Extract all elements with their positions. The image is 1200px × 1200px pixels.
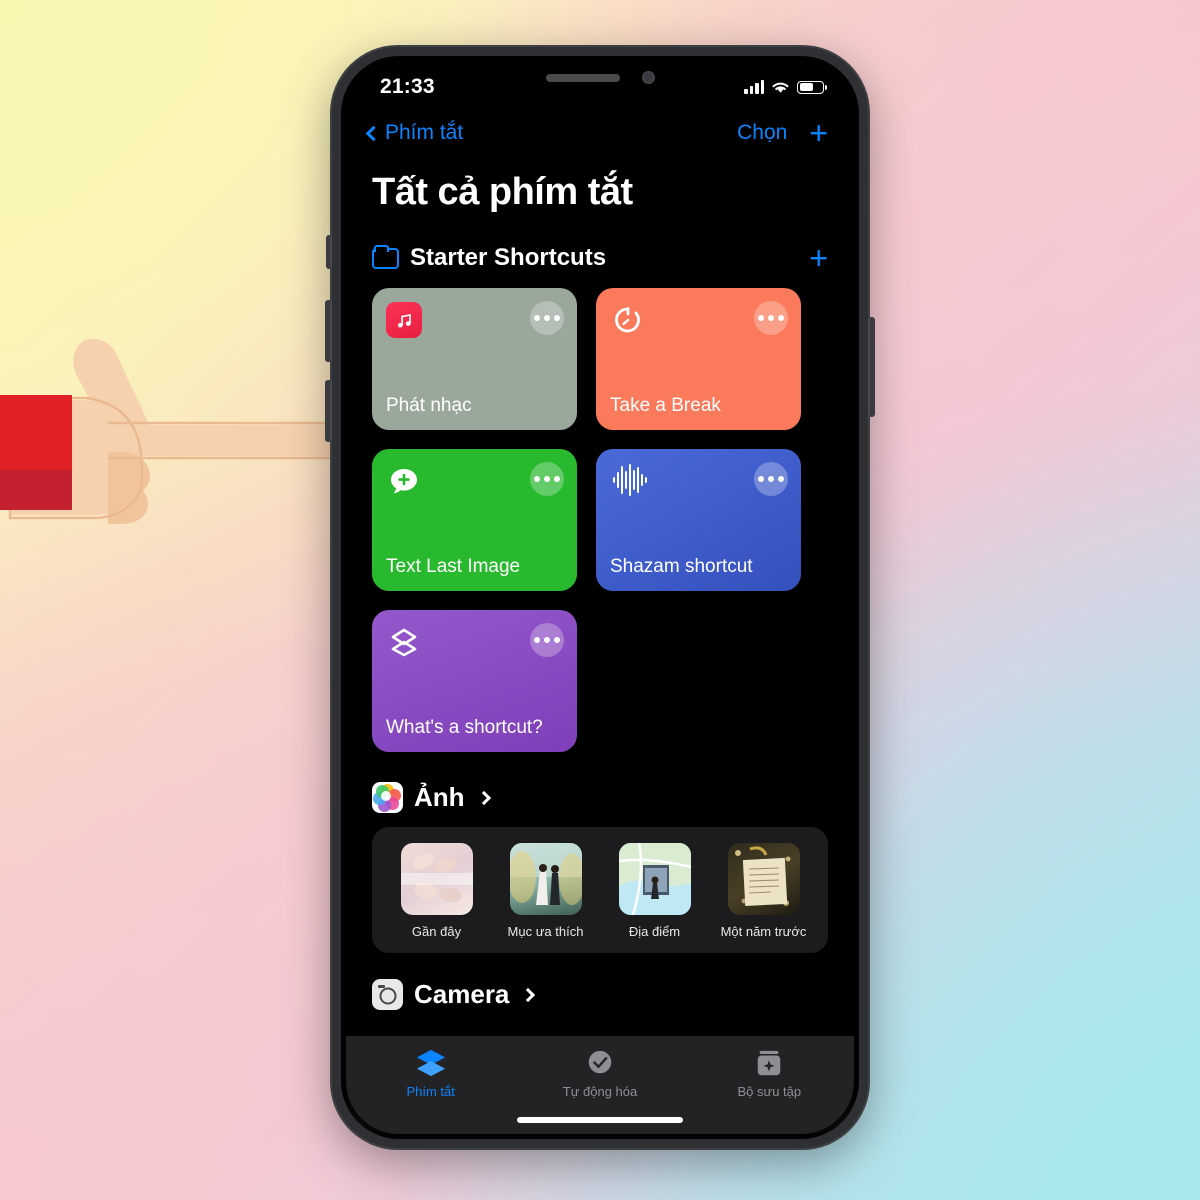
photos-section-header[interactable]: Ảnh	[346, 752, 854, 813]
shortcut-card-label: Shazam shortcut	[610, 556, 753, 577]
shortcut-menu-button[interactable]	[530, 301, 564, 335]
wedding-photo-thumbnail	[509, 843, 582, 915]
shortcut-card-music[interactable]: Phát nhạc	[372, 288, 577, 430]
silent-switch-button[interactable]	[326, 235, 332, 269]
page-title: Tất cả phím tắt	[372, 171, 633, 213]
music-note-icon	[386, 302, 422, 338]
shortcut-menu-button[interactable]	[530, 462, 564, 496]
navigation-bar: Phím tắt Chọn +	[346, 107, 854, 159]
back-button[interactable]: Phím tắt	[365, 121, 464, 145]
photo-item-label: Địa điểm	[628, 924, 681, 939]
wifi-icon	[772, 82, 789, 93]
pointing-hand-cursor	[0, 330, 370, 550]
shortcut-card-text-last-image[interactable]: Text Last Image	[372, 449, 577, 591]
shortcut-grid: Phát nhạc Take a Break Text Last Image S…	[346, 272, 854, 752]
tab-automation[interactable]: Tự động hóa	[515, 1048, 684, 1099]
photos-app-icon	[372, 782, 403, 813]
tab-shortcuts[interactable]: Phím tắt	[346, 1048, 515, 1099]
shortcut-menu-button[interactable]	[530, 623, 564, 657]
nails-photo-thumbnail	[400, 843, 473, 915]
phone-screen: 21:33 Phím tắt Chọn + Tất cả phím tắt St…	[346, 61, 854, 1134]
main-content: Tất cả phím tắt Starter Shortcuts + Phát…	[346, 159, 854, 1134]
photo-item[interactable]: Địa điểm	[609, 843, 701, 939]
message-plus-icon	[386, 463, 422, 499]
notch	[491, 61, 709, 94]
front-camera-icon	[641, 71, 655, 84]
map-photo-thumbnail	[618, 843, 691, 915]
chevron-right-icon	[476, 790, 491, 805]
tab-label: Phím tắt	[406, 1084, 455, 1099]
folder-icon	[372, 244, 399, 269]
waveform-icon	[610, 463, 647, 499]
photo-item[interactable]: Một năm trước	[718, 843, 810, 939]
timer-icon	[610, 302, 646, 338]
photos-strip: Gần đây Mục ưa thích Địa điểm Một năm tr…	[372, 827, 828, 953]
choose-button[interactable]: Chọn	[737, 121, 787, 145]
tab-label: Bộ sưu tập	[737, 1084, 802, 1099]
shortcut-card-label: What's a shortcut?	[386, 717, 543, 738]
note-photo-thumbnail	[727, 843, 800, 915]
camera-app-icon	[372, 979, 403, 1010]
photo-item-label: Mục ưa thích	[507, 924, 584, 939]
add-to-folder-button[interactable]: +	[809, 242, 828, 275]
photos-section-title: Ảnh	[414, 782, 465, 812]
back-button-label: Phím tắt	[385, 121, 464, 144]
camera-section-title: Camera	[414, 979, 510, 1009]
shortcut-card-take-a-break[interactable]: Take a Break	[596, 288, 801, 430]
shortcut-menu-button[interactable]	[754, 462, 788, 496]
nav-actions: Chọn +	[737, 117, 828, 150]
gallery-icon	[758, 1050, 781, 1076]
battery-icon	[797, 80, 827, 94]
camera-section-header[interactable]: Camera	[346, 953, 854, 1010]
chevron-right-icon	[521, 987, 536, 1002]
tab-label: Tự động hóa	[562, 1084, 638, 1099]
photo-item-label: Một năm trước	[720, 924, 807, 939]
photo-item-label: Gần đây	[411, 924, 462, 939]
tab-bar: Phím tắt Tự động hóa Bộ sưu tập	[346, 1036, 854, 1134]
shortcut-card-label: Take a Break	[610, 395, 721, 416]
phone-bezel: 21:33 Phím tắt Chọn + Tất cả phím tắt St…	[341, 56, 859, 1139]
shortcuts-icon	[416, 1049, 445, 1077]
shortcut-menu-button[interactable]	[754, 301, 788, 335]
status-indicators	[744, 80, 827, 95]
earpiece-speaker	[545, 73, 620, 82]
chevron-left-icon	[365, 125, 382, 141]
iphone-device-frame: 21:33 Phím tắt Chọn + Tất cả phím tắt St…	[325, 45, 875, 1150]
shortcut-card-label: Text Last Image	[386, 556, 521, 577]
volume-up-button[interactable]	[325, 300, 332, 362]
photo-item[interactable]: Mục ưa thích	[500, 843, 592, 939]
starter-shortcuts-header: Starter Shortcuts +	[346, 214, 854, 275]
volume-down-button[interactable]	[325, 380, 332, 442]
home-indicator[interactable]	[517, 1117, 683, 1123]
status-time: 21:33	[380, 75, 435, 98]
shortcut-card-shazam[interactable]: Shazam shortcut	[596, 449, 801, 591]
add-shortcut-button[interactable]: +	[809, 117, 828, 150]
photo-item[interactable]: Gần đây	[391, 843, 483, 939]
layers-icon	[386, 624, 422, 660]
shortcut-card-whats-a-shortcut[interactable]: What's a shortcut?	[372, 610, 577, 752]
starter-shortcuts-title: Starter Shortcuts	[410, 244, 607, 271]
shortcut-card-label: Phát nhạc	[386, 395, 472, 416]
cellular-signal-icon	[744, 80, 764, 94]
clock-check-icon	[588, 1050, 612, 1074]
power-button[interactable]	[868, 317, 875, 417]
tab-gallery[interactable]: Bộ sưu tập	[685, 1048, 854, 1099]
